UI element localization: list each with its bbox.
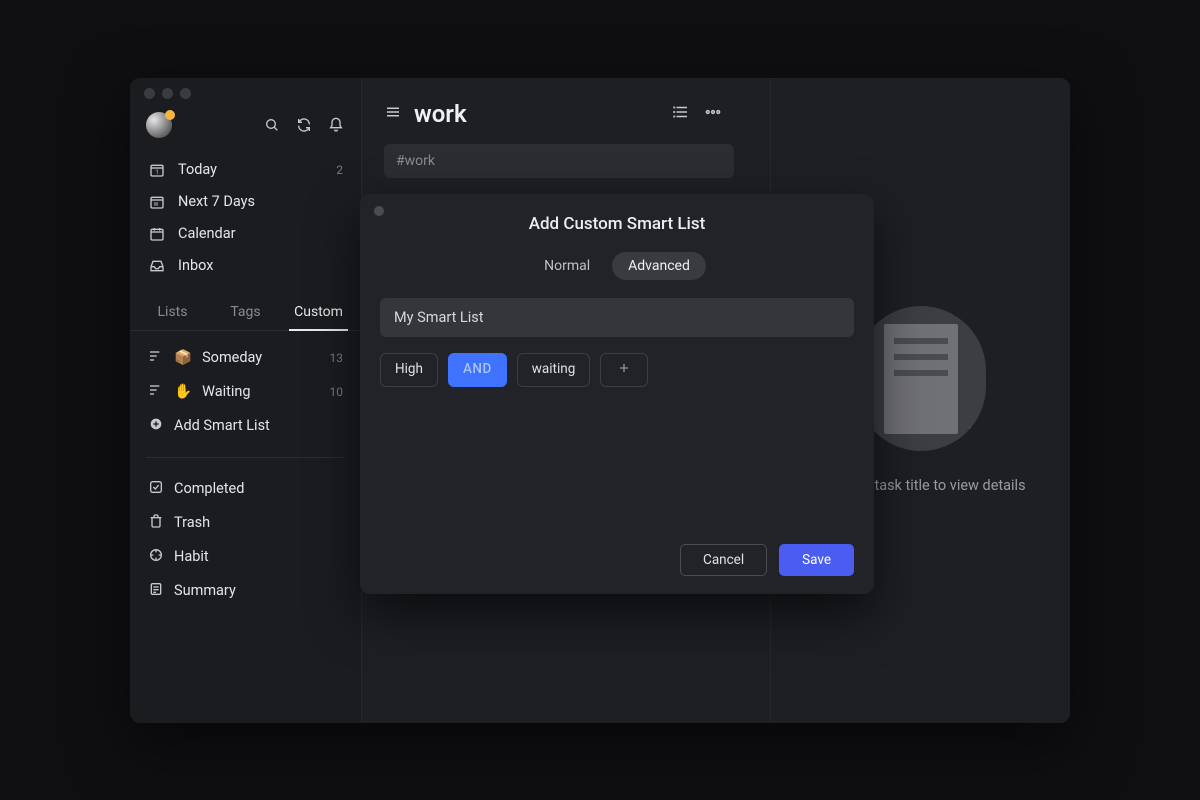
smartlist-count: 13: [330, 351, 344, 365]
nav-habit[interactable]: Habit: [138, 540, 353, 574]
sort-icon[interactable]: [672, 103, 690, 125]
divider: [146, 457, 345, 458]
nav-calendar[interactable]: Calendar: [138, 218, 353, 250]
smartlist-emoji: ✋: [174, 383, 192, 400]
nav-label: Trash: [174, 514, 210, 531]
nav-completed[interactable]: Completed: [138, 472, 353, 506]
nav-label: Completed: [174, 480, 244, 497]
plus-circle-icon: [148, 416, 164, 436]
modal-close-dot[interactable]: [374, 206, 384, 216]
smartlist-count: 10: [330, 385, 344, 399]
close-dot[interactable]: [144, 88, 155, 99]
add-smartlist-label: Add Smart List: [174, 417, 270, 434]
nav-label: Summary: [174, 582, 236, 599]
window-controls: [144, 88, 191, 99]
chip-operator[interactable]: AND: [448, 353, 507, 387]
smartlist-someday[interactable]: 📦 Someday 13: [138, 341, 353, 375]
sidebar-tabs: Lists Tags Custom: [130, 296, 361, 331]
menu-icon[interactable]: [384, 103, 402, 125]
nav-next7days[interactable]: W Next 7 Days: [138, 186, 353, 218]
tab-lists[interactable]: Lists: [136, 296, 209, 330]
calendar-week-icon: W: [148, 193, 166, 211]
nav-label: Habit: [174, 548, 209, 565]
empty-state-illustration: [856, 306, 986, 451]
add-smartlist[interactable]: Add Smart List: [138, 409, 353, 443]
smartlist-label: Waiting: [202, 383, 250, 400]
chip-high[interactable]: High: [380, 353, 438, 387]
chip-waiting[interactable]: waiting: [517, 353, 591, 387]
more-icon[interactable]: [704, 103, 722, 125]
mode-segment: Normal Advanced: [380, 252, 854, 280]
quick-add-input[interactable]: #work: [384, 144, 734, 178]
smartlist-emoji: 📦: [174, 349, 192, 366]
nav-label: Inbox: [178, 257, 213, 274]
svg-text:W: W: [154, 202, 159, 208]
nav-today[interactable]: 1 Today 2: [138, 154, 353, 186]
filter-icon: [148, 382, 164, 402]
page-title: work: [414, 100, 467, 128]
app-window: 1 Today 2 W Next 7 Days Calendar Inbox L…: [130, 78, 1070, 723]
nav-label: Next 7 Days: [178, 193, 255, 210]
zoom-dot[interactable]: [180, 88, 191, 99]
document-icon: [148, 581, 164, 601]
smartlist-modal: Add Custom Smart List Normal Advanced Hi…: [360, 194, 874, 594]
segment-advanced[interactable]: Advanced: [612, 252, 706, 280]
filter-chips: High AND waiting: [380, 353, 854, 387]
nav-label: Today: [178, 161, 217, 178]
nav-inbox[interactable]: Inbox: [138, 250, 353, 282]
save-button[interactable]: Save: [779, 544, 854, 576]
filter-icon: [148, 348, 164, 368]
inbox-icon: [148, 257, 166, 275]
svg-text:1: 1: [155, 169, 158, 176]
segment-normal[interactable]: Normal: [528, 252, 606, 280]
avatar[interactable]: [146, 112, 172, 138]
tab-custom[interactable]: Custom: [282, 296, 355, 330]
nav-trash[interactable]: Trash: [138, 506, 353, 540]
bell-icon[interactable]: [327, 116, 345, 134]
tab-tags[interactable]: Tags: [209, 296, 282, 330]
search-icon[interactable]: [263, 116, 281, 134]
target-icon: [148, 547, 164, 567]
cancel-button[interactable]: Cancel: [680, 544, 767, 576]
calendar-today-icon: 1: [148, 161, 166, 179]
calendar-icon: [148, 225, 166, 243]
nav-label: Calendar: [178, 225, 236, 242]
chip-add[interactable]: [600, 353, 648, 387]
minimize-dot[interactable]: [162, 88, 173, 99]
smartlist-name-input[interactable]: [380, 298, 854, 337]
smartlist-label: Someday: [202, 349, 262, 366]
nav-summary[interactable]: Summary: [138, 574, 353, 608]
trash-icon: [148, 513, 164, 533]
nav-count: 2: [336, 163, 343, 177]
modal-title: Add Custom Smart List: [380, 214, 854, 234]
sidebar: 1 Today 2 W Next 7 Days Calendar Inbox L…: [130, 78, 362, 723]
check-square-icon: [148, 479, 164, 499]
smartlist-waiting[interactable]: ✋ Waiting 10: [138, 375, 353, 409]
sync-icon[interactable]: [295, 116, 313, 134]
